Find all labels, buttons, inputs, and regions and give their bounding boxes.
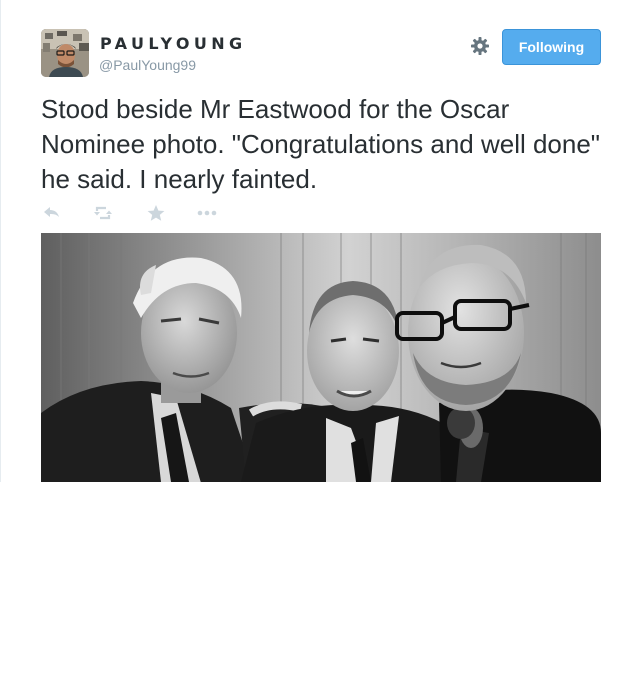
more-icon[interactable] — [196, 203, 218, 223]
reply-icon[interactable] — [41, 203, 63, 223]
gear-icon[interactable] — [469, 35, 491, 57]
avatar-image — [41, 29, 89, 77]
page: PAULYOUNG @PaulYoung99 Following Stood b… — [0, 0, 641, 684]
display-name[interactable]: PAULYOUNG — [100, 34, 247, 54]
avatar[interactable] — [41, 29, 89, 77]
gear-icon-glyph — [471, 37, 489, 55]
tweet-photo-image — [41, 233, 601, 482]
star-icon[interactable] — [145, 203, 167, 223]
tweet-card: PAULYOUNG @PaulYoung99 Following Stood b… — [0, 0, 641, 490]
following-button[interactable]: Following — [502, 29, 601, 65]
tweet-photo[interactable] — [41, 233, 601, 482]
retweet-icon[interactable] — [92, 203, 114, 223]
tweet-text: Stood beside Mr Eastwood for the Oscar N… — [41, 94, 601, 194]
user-handle[interactable]: @PaulYoung99 — [99, 56, 196, 74]
tweet-actions — [41, 203, 241, 223]
